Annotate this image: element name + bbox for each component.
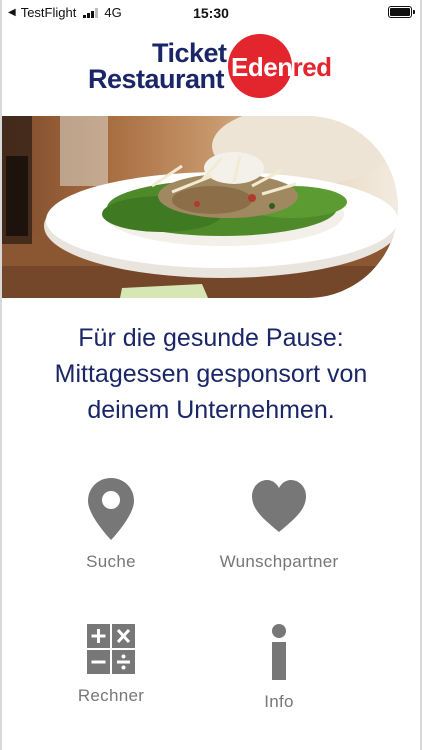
menu-wunschpartner-button[interactable]: Wunschpartner bbox=[194, 478, 364, 572]
menu-suche-label: Suche bbox=[86, 552, 136, 571]
tagline-line-3: deinem Unternehmen. bbox=[87, 396, 335, 424]
clock: 15:30 bbox=[193, 5, 229, 21]
location-pin-icon bbox=[88, 478, 134, 540]
menu-rechner-label: Rechner bbox=[77, 686, 145, 705]
logo-ticket-text: Ticket bbox=[152, 38, 227, 68]
status-bar: ◀ TestFlight 4G 15:30 bbox=[0, 0, 422, 26]
menu-info-label: Info bbox=[264, 692, 294, 711]
tagline-line-2: Mittagessen gesponsort von bbox=[54, 360, 368, 388]
battery-icon bbox=[388, 6, 415, 18]
tagline: Für die gesunde Pause: Mittagessen gespo… bbox=[0, 320, 422, 428]
logo-restaurant-text: Restaurant bbox=[88, 64, 225, 94]
ticket-restaurant-logo: Ticket Restaurant Edenred bbox=[88, 34, 338, 106]
menu-suche-button[interactable]: Suche bbox=[26, 478, 196, 572]
hero-food-image bbox=[2, 116, 398, 298]
salad-plate-illustration bbox=[2, 116, 398, 298]
menu-wunschpartner-label: Wunschpartner bbox=[219, 552, 339, 571]
tagline-line-1: Für die gesunde Pause: bbox=[78, 324, 344, 352]
logo-edenred-text: Edenred bbox=[231, 52, 332, 82]
calculator-icon bbox=[87, 624, 135, 674]
menu-info-button[interactable]: Info bbox=[194, 624, 364, 712]
info-icon bbox=[272, 624, 286, 680]
heart-icon bbox=[252, 480, 306, 532]
menu-rechner-button[interactable]: Rechner bbox=[26, 624, 196, 706]
